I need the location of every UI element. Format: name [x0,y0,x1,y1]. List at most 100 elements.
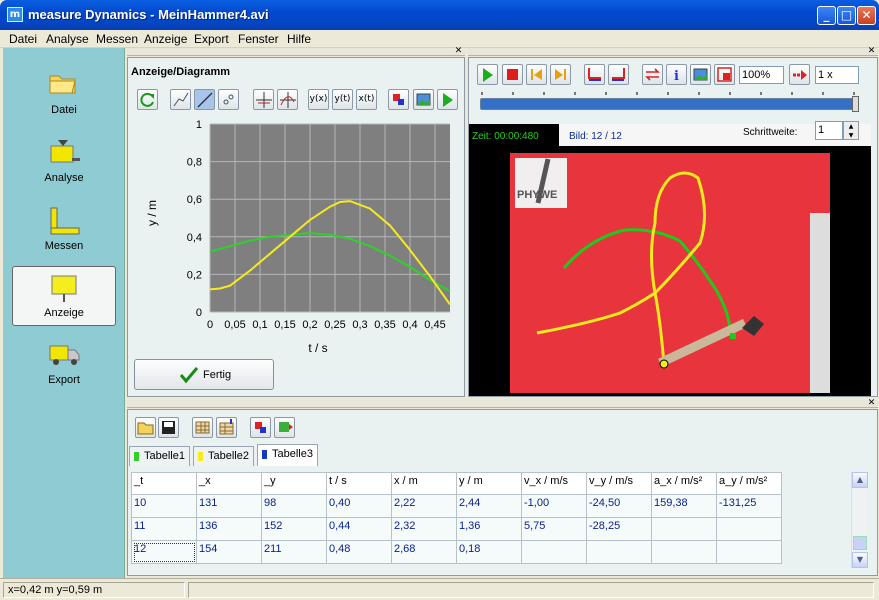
table-cell[interactable]: 136 [196,517,262,541]
table-cell[interactable]: 0,48 [326,540,392,564]
close-button[interactable]: ✕ [857,6,876,25]
column-header[interactable]: t / s [326,472,392,495]
sidebar-item-anzeige[interactable]: Anzeige [12,266,116,326]
tab-tabelle1[interactable]: Tabelle1 [129,446,190,466]
crosshair-button[interactable] [253,89,274,110]
close-icon[interactable]: ✕ [867,399,876,408]
speed-field[interactable]: 1 x [815,66,859,84]
table-cell[interactable]: 2,44 [456,494,522,518]
mark-start-button[interactable] [584,64,605,85]
yt-button[interactable]: y(t) [332,89,353,110]
sidebar-item-export[interactable]: Export [12,334,116,394]
info-button[interactable]: i [666,64,687,85]
open-folder-button[interactable] [135,417,156,438]
menu-hilfe[interactable]: Hilfe [287,32,311,46]
export-flag-button[interactable] [274,417,295,438]
tab-tabelle3[interactable]: Tabelle3 [257,444,318,466]
menu-export[interactable]: Export [194,32,229,46]
last-frame-button[interactable] [550,64,571,85]
points-mode-button[interactable] [218,89,239,110]
swap-button[interactable] [642,64,663,85]
table-cell[interactable]: 2,68 [391,540,457,564]
sidebar-item-analyse[interactable]: Analyse [12,132,116,192]
table-add-button[interactable] [216,417,237,438]
table-cell[interactable]: -131,25 [716,494,782,518]
column-header[interactable]: a_x / m/s² [651,472,717,495]
table-cell[interactable]: 10 [131,494,197,518]
column-header[interactable]: v_y / m/s [586,472,652,495]
forward-button[interactable] [789,64,810,85]
table-cell[interactable]: 154 [196,540,262,564]
table-cell[interactable] [716,540,782,564]
table-cell[interactable]: 2,32 [391,517,457,541]
column-header[interactable]: y / m [456,472,522,495]
table-cell[interactable] [716,517,782,541]
save-button[interactable] [158,417,179,438]
table-cell[interactable]: 98 [261,494,327,518]
table-cell[interactable]: -24,50 [586,494,652,518]
timeline-slider-handle[interactable] [852,96,859,112]
table-cell[interactable] [586,540,652,564]
fertig-button[interactable]: Fertig [134,359,274,390]
image-export-button[interactable] [413,89,434,110]
scatter-line-button[interactable] [170,89,191,110]
table-cell-selected[interactable]: 12 [131,540,197,564]
table-scrollbar[interactable]: ▲ ▼ [851,472,868,568]
column-header[interactable]: a_y / m/s² [716,472,782,495]
curve-cross-button[interactable] [277,89,298,110]
xt-button[interactable]: x(t) [356,89,377,110]
menu-analyse[interactable]: Analyse [46,32,89,46]
first-frame-button[interactable] [526,64,547,85]
maximize-button[interactable]: □ [837,6,856,25]
refresh-button[interactable] [137,89,158,110]
timeline-slider[interactable] [480,98,856,110]
column-header[interactable]: v_x / m/s [521,472,587,495]
resize-button[interactable] [714,64,735,85]
scroll-up-icon[interactable]: ▲ [852,472,868,488]
table-cell[interactable] [651,517,717,541]
diagram-play-button[interactable] [437,89,458,110]
sidebar-item-datei[interactable]: Datei [12,64,116,124]
table-cell[interactable]: 0,44 [326,517,392,541]
table-cell[interactable]: 5,75 [521,517,587,541]
diagram-settings-button[interactable] [388,89,409,110]
close-icon[interactable]: ✕ [867,47,876,56]
table-cell[interactable]: 0,40 [326,494,392,518]
table-cell[interactable]: 11 [131,517,197,541]
table-cell[interactable] [651,540,717,564]
close-icon[interactable]: ✕ [454,47,463,56]
table-settings-button[interactable] [250,417,271,438]
step-field[interactable]: 1 [815,121,843,140]
yx-button[interactable]: y(x) [308,89,329,110]
table-cell[interactable]: 1,36 [456,517,522,541]
scroll-down-icon[interactable]: ▼ [852,552,868,568]
minimize-button[interactable]: _ [817,6,836,25]
table-cell[interactable]: 211 [261,540,327,564]
tab-tabelle2[interactable]: Tabelle2 [193,446,254,466]
menu-anzeige[interactable]: Anzeige [144,32,187,46]
table-cell[interactable] [521,540,587,564]
step-spinner[interactable]: ▲ ▼ [843,121,859,140]
menu-messen[interactable]: Messen [96,32,138,46]
table-cell[interactable]: -1,00 [521,494,587,518]
video-stop-button[interactable] [502,64,523,85]
video-play-button[interactable] [477,64,498,85]
table-grid-button[interactable] [192,417,213,438]
column-header[interactable]: _y [261,472,327,495]
column-header[interactable]: x / m [391,472,457,495]
zoom-field[interactable]: 100% [739,66,784,84]
image-button[interactable] [690,64,711,85]
table-cell[interactable]: -28,25 [586,517,652,541]
scroll-thumb[interactable] [853,536,867,550]
line-mode-button[interactable] [194,89,215,110]
table-cell[interactable]: 159,38 [651,494,717,518]
menu-datei[interactable]: Datei [9,32,37,46]
menu-fenster[interactable]: Fenster [238,32,279,46]
table-cell[interactable]: 152 [261,517,327,541]
table-cell[interactable]: 0,18 [456,540,522,564]
table-cell[interactable]: 2,22 [391,494,457,518]
column-header[interactable]: _t [131,472,197,495]
column-header[interactable]: _x [196,472,262,495]
sidebar-item-messen[interactable]: Messen [12,200,116,260]
table-cell[interactable]: 131 [196,494,262,518]
